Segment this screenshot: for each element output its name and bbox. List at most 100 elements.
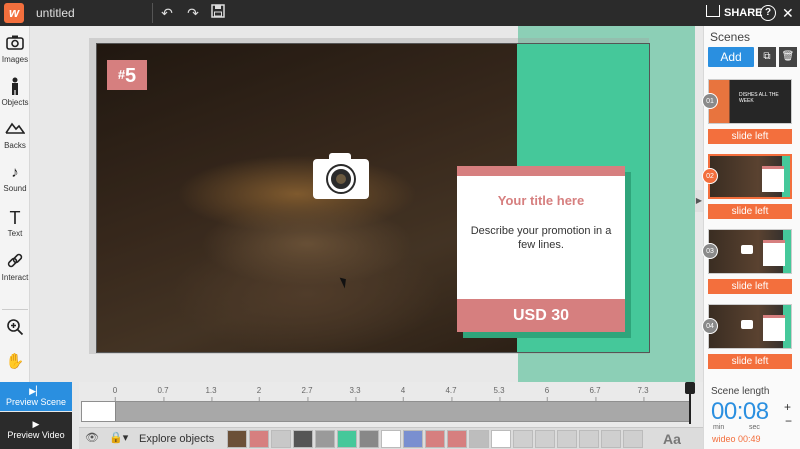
object-thumbnail[interactable] (403, 430, 423, 448)
preview-video-button[interactable]: ▶ Preview Video (0, 412, 72, 449)
scene-canvas[interactable]: #5 Your title here Describe your promoti… (96, 43, 650, 353)
redo-icon[interactable]: ↷ (184, 4, 202, 22)
tool-images[interactable]: Images (0, 34, 30, 64)
scene-length-title: Scene length (711, 386, 770, 397)
card-price[interactable]: USD 30 (457, 299, 625, 332)
scenes-panel: Scenes Add ⧉ 🗑 DISHES ALL THE WEEK slide… (702, 26, 800, 382)
scene-item-04[interactable]: slide left 04 (702, 304, 792, 369)
pan-button[interactable]: ✋ (0, 352, 30, 372)
delete-scene-icon[interactable]: 🗑 (779, 47, 797, 67)
object-thumbnail[interactable] (337, 430, 357, 448)
lock-icon[interactable]: 🔒▾ (109, 431, 128, 444)
scene-length-time[interactable]: 00:08 (711, 398, 769, 426)
timeline-track[interactable] (81, 401, 691, 422)
scene-item-03[interactable]: slide left 03 (702, 229, 792, 294)
objects-bar: 👁 🔒▾ Explore objects Aa (79, 427, 703, 449)
object-thumbnail[interactable] (447, 430, 467, 448)
card-description[interactable]: Describe your promotion in a few lines. (467, 224, 615, 252)
number-badge[interactable]: #5 (107, 60, 147, 90)
play-icon: ▶▏ (29, 386, 43, 396)
timeline-tick: 1.3 (205, 386, 217, 401)
tool-interact[interactable]: Interact (0, 252, 30, 282)
tool-objects[interactable]: Objects (0, 77, 30, 107)
timeline-playhead[interactable] (685, 382, 695, 424)
object-thumbnail[interactable] (623, 430, 643, 448)
save-icon[interactable] (209, 4, 227, 22)
share-label: SHARE (724, 7, 763, 19)
object-thumbnail[interactable] (293, 430, 313, 448)
thumb-card (763, 240, 785, 266)
object-thumbnail[interactable] (579, 430, 599, 448)
timeline-tick: 0.7 (157, 386, 169, 401)
timeline-tick: 2.7 (301, 386, 313, 401)
explore-objects-button[interactable]: Explore objects (139, 433, 214, 445)
playhead-handle[interactable] (685, 382, 695, 394)
object-thumbnail[interactable] (227, 430, 247, 448)
scene-thumbnail[interactable] (708, 154, 792, 199)
eye-icon[interactable]: 👁 (85, 431, 99, 444)
zoom-in-button[interactable] (0, 318, 30, 338)
thumb-camera-icon (741, 245, 753, 254)
scene-thumbnail[interactable] (708, 229, 792, 274)
thumb-camera-icon (741, 320, 753, 329)
undo-icon[interactable]: ↶ (158, 4, 176, 22)
object-thumbnail[interactable] (249, 430, 269, 448)
object-thumbnail[interactable] (359, 430, 379, 448)
help-button[interactable]: ? (760, 5, 776, 21)
duplicate-scene-icon[interactable]: ⧉ (758, 47, 776, 67)
decrease-length-button[interactable]: − (785, 414, 792, 428)
badge-hash: # (117, 67, 126, 82)
tool-backs[interactable]: Backs (0, 120, 30, 150)
scene-number: 03 (702, 243, 718, 259)
replace-image-camera-icon[interactable] (313, 153, 369, 199)
thumb-card (763, 315, 785, 341)
increase-length-button[interactable]: + (784, 400, 791, 414)
scene-transition-label[interactable]: slide left (708, 129, 792, 144)
play-icon: ▶ (32, 419, 40, 429)
object-thumbnail[interactable] (271, 430, 291, 448)
camera-icon (0, 34, 30, 54)
scene-thumbnail[interactable]: DISHES ALL THE WEEK (708, 79, 792, 124)
scene-transition-label[interactable]: slide left (708, 204, 792, 219)
left-toolbar: Images Objects Backs ♪ Sound T Text Inte… (0, 26, 30, 382)
scene-transition-label[interactable]: slide left (708, 279, 792, 294)
tool-label: Text (7, 229, 23, 238)
share-button[interactable]: SHARE (706, 4, 763, 22)
scene-item-01[interactable]: DISHES ALL THE WEEK slide left 01 (702, 79, 792, 144)
object-thumbnail[interactable] (535, 430, 555, 448)
add-scene-button[interactable]: Add (708, 47, 754, 67)
tool-sound[interactable]: ♪ Sound (0, 163, 30, 193)
tool-label: Backs (4, 141, 26, 150)
text-object-icon[interactable]: Aa (663, 431, 681, 447)
link-icon (0, 252, 30, 272)
scene-thumbnail-text: DISHES ALL THE WEEK (739, 92, 779, 104)
wideo-logo[interactable]: w (4, 3, 24, 23)
object-thumbnail[interactable] (557, 430, 577, 448)
badge-number: 5 (125, 65, 137, 87)
collapse-panel-chevron-icon[interactable]: ▶ (695, 190, 703, 212)
scene-thumbnail[interactable] (708, 304, 792, 349)
document-title[interactable]: untitled (36, 6, 75, 20)
tool-label: Interact (1, 273, 29, 282)
top-bar: w untitled ↶ ↷ SHARE ? ✕ (0, 0, 800, 26)
preview-scene-button[interactable]: ▶▏ Preview Scene (0, 382, 72, 411)
card-title[interactable]: Your title here (457, 193, 625, 208)
timeline[interactable]: 0 0.7 1.3 2 2.7 3.3 4 4.7 5.3 6 6.7 7.3 (79, 382, 703, 427)
object-thumbnail[interactable] (513, 430, 533, 448)
object-thumbnail[interactable] (381, 430, 401, 448)
close-icon[interactable]: ✕ (782, 4, 794, 22)
object-thumbnail[interactable] (469, 430, 489, 448)
scene-number: 02 (702, 168, 718, 184)
object-thumbnail[interactable] (491, 430, 511, 448)
timeline-start-block[interactable] (82, 402, 116, 421)
timeline-tick: 5.3 (493, 386, 505, 401)
object-thumbnail[interactable] (425, 430, 445, 448)
object-thumbnail[interactable] (315, 430, 335, 448)
timeline-tick: 4.7 (445, 386, 457, 401)
tool-text[interactable]: T Text (0, 208, 30, 238)
object-thumbnail[interactable] (601, 430, 621, 448)
scene-transition-label[interactable]: slide left (708, 354, 792, 369)
promotion-card[interactable]: Your title here Describe your promotion … (457, 166, 625, 332)
timeline-tick: 2 (256, 386, 262, 401)
scene-item-02[interactable]: slide left 02 (702, 154, 792, 219)
